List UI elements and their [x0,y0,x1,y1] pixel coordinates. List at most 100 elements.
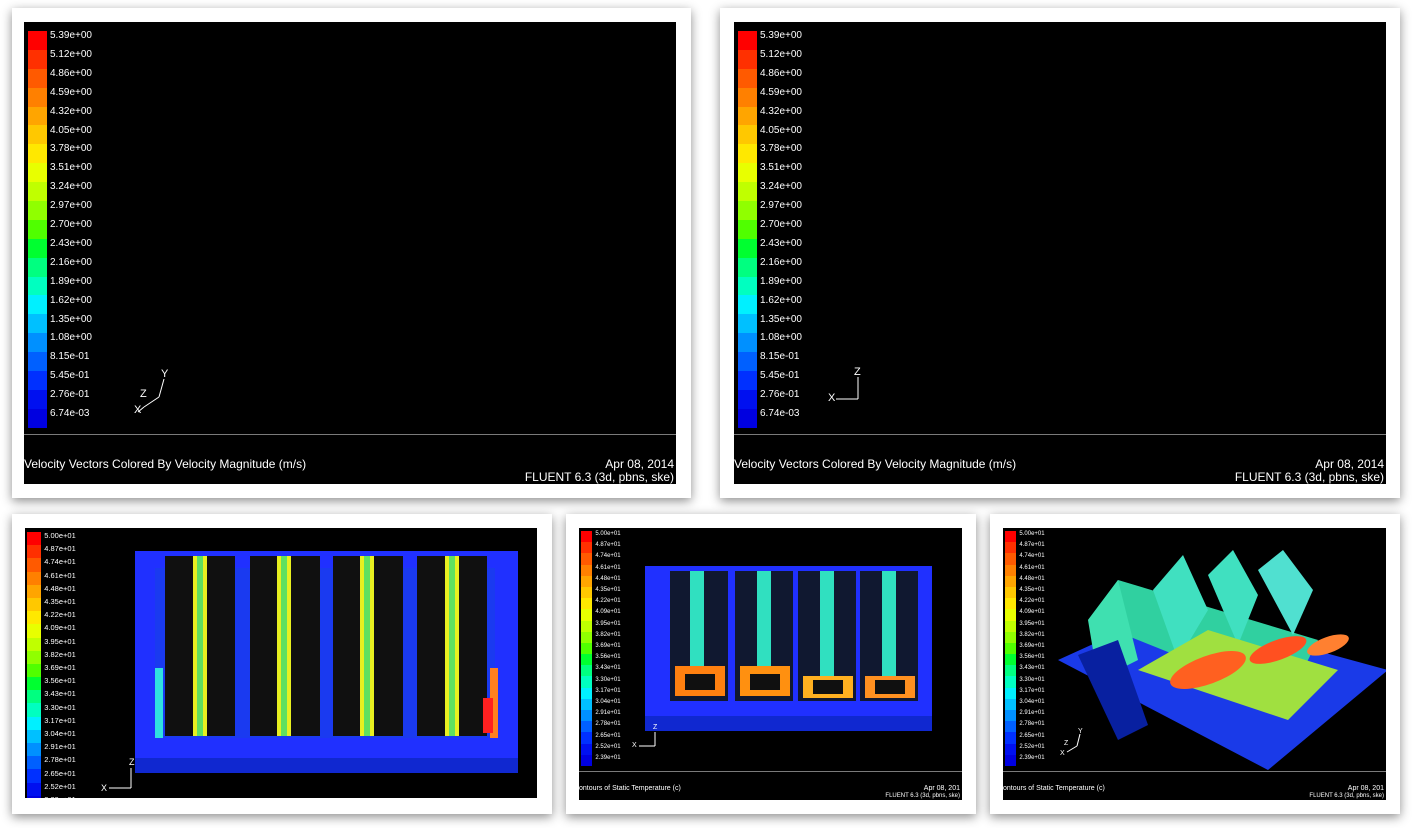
legend-label: 2.76e-01 [760,389,800,401]
colorbar-swatch [738,238,757,258]
separator-line [579,771,962,772]
colorbar [581,531,593,766]
legend-label: 4.87e+01 [44,544,76,554]
plot-caption: ontours of Static Temperature (c) [1003,785,1105,792]
legend-label: 3.43e+01 [44,689,76,699]
temperature-contour-front-plot [135,551,518,773]
legend-label: 8.15e-01 [760,351,800,363]
plot-caption: ontours of Static Temperature (c) [579,785,681,792]
colorbar-swatch [28,219,47,239]
legend-label: 4.61e+01 [44,570,76,580]
legend-label: 3.56e+01 [44,676,76,686]
legend-label: 4.86e+00 [760,67,802,79]
legend-label: 1.89e+00 [760,275,802,287]
solver-version: FLUENT 6.3 (3d, pbns, ske) [885,793,960,799]
colorbar-swatch [27,782,42,796]
legend-label: 3.17e+01 [44,715,76,725]
legend-label: 3.78e+00 [50,143,92,155]
legend-label: 3.82e+01 [44,649,76,659]
legend-label: 4.74e+01 [1019,553,1045,560]
solver-version: FLUENT 6.3 (3d, pbns, ske) [1309,793,1384,799]
colorbar-swatch [1005,586,1017,599]
legend-label: 2.91e+01 [595,710,621,717]
legend-label: 4.59e+00 [760,86,802,98]
colorbar [738,31,757,428]
colorbar-swatch [28,106,47,126]
colorbar-swatch [28,371,47,390]
legend-label: 3.51e+00 [760,162,802,174]
temperature-3d-panel: 5.00e+01 4.87e+01 4.74e+01 4.61e+01 4.48e+01… [1003,528,1386,800]
separator-line [24,434,676,435]
legend-label: 4.87e+01 [1019,542,1045,549]
plot-date: Apr 08, 2014 [1315,457,1384,471]
colorbar-swatch [581,743,593,755]
legend-label: 3.69e+01 [595,643,621,649]
legend-label: 4.22e+01 [44,610,76,620]
colorbar-swatch [581,732,593,744]
colorbar-swatch [1005,542,1017,554]
legend-label: 1.08e+00 [760,332,802,344]
velocity-vectors-3d-plot [114,72,659,437]
colorbar-swatch [28,333,47,353]
velocity-legend: 5.39e+00 5.12e+00 4.86e+00 4.59e+00 4.32e+00… [738,31,828,431]
colorbar-swatch [581,586,593,599]
legend-label: 3.24e+00 [50,181,92,193]
colorbar-swatch [28,49,47,69]
legend-label: 2.78e+01 [44,755,76,765]
axis-y-label: Y [1078,728,1083,735]
colorbar-swatch [1005,698,1017,710]
colorbar-swatch [738,106,757,126]
legend-label: 2.52e+01 [1019,743,1045,750]
colorbar-swatch [581,754,593,766]
colorbar-swatch [28,31,47,50]
separator-line [1003,771,1386,772]
legend-label: 4.05e+00 [760,124,802,136]
temperature-front-panel: 5.00e+01 4.87e+01 4.74e+01 4.61e+01 4.48e+01… [25,528,537,798]
colorbar-swatch [581,710,593,722]
axis-triad: Z X [824,367,874,412]
colorbar-swatch [28,295,47,315]
colorbar-swatch [581,553,593,565]
colorbar-swatch [581,598,593,610]
legend-label: 4.09e+01 [1019,609,1045,616]
colorbar-swatch [27,769,42,783]
legend-label: 3.30e+01 [595,676,621,683]
solver-version: FLUENT 6.3 (3d, pbns, ske) [524,470,674,484]
legend-label: 1.89e+00 [50,275,92,287]
colorbar-swatch [27,637,42,651]
legend-label: 2.91e+01 [44,742,76,752]
colorbar-swatch [27,571,42,585]
legend-label: 5.12e+00 [50,48,92,60]
axis-x-label: X [134,404,142,416]
legend-label: 2.16e+00 [760,256,802,268]
colorbar-swatch [1005,721,1017,733]
legend-label: 4.87e+01 [595,542,621,549]
legend-label: 1.35e+00 [50,313,92,325]
legend-label: 3.69e+01 [44,663,76,672]
colorbar-swatch [1005,631,1017,643]
solver-version: FLUENT 6.3 (3d, pbns, ske) [1234,470,1384,484]
legend-label: 4.05e+00 [50,124,92,136]
colorbar-swatch [1005,732,1017,744]
colorbar-swatch [28,238,47,258]
axis-x-label: X [828,392,836,404]
colorbar-swatch [27,729,42,743]
colorbar-swatch [581,620,593,632]
colorbar-swatch [738,276,757,296]
axis-x-label: X [1060,750,1065,757]
colorbar-swatch [1005,710,1017,722]
temperature-legend: 5.00e+01 4.87e+01 4.74e+01 4.61e+01 4.48e+01… [581,531,636,771]
colorbar-swatch [1005,620,1017,632]
colorbar-swatch [581,687,593,699]
legend-label: 2.65e+01 [44,768,76,778]
colorbar-swatch [1005,687,1017,699]
colorbar-swatch [27,716,42,730]
colorbar-swatch [1005,609,1017,621]
legend-label: 5.00e+01 [595,531,621,537]
colorbar-swatch [581,575,593,587]
plot-date: Apr 08, 201 [1347,785,1384,792]
colorbar-swatch [27,611,42,625]
legend-label: 1.35e+00 [760,313,802,325]
colorbar-swatch [27,624,42,638]
velocity-legend: 5.39e+00 5.12e+00 4.86e+00 4.59e+00 4.32e+00… [28,31,118,431]
